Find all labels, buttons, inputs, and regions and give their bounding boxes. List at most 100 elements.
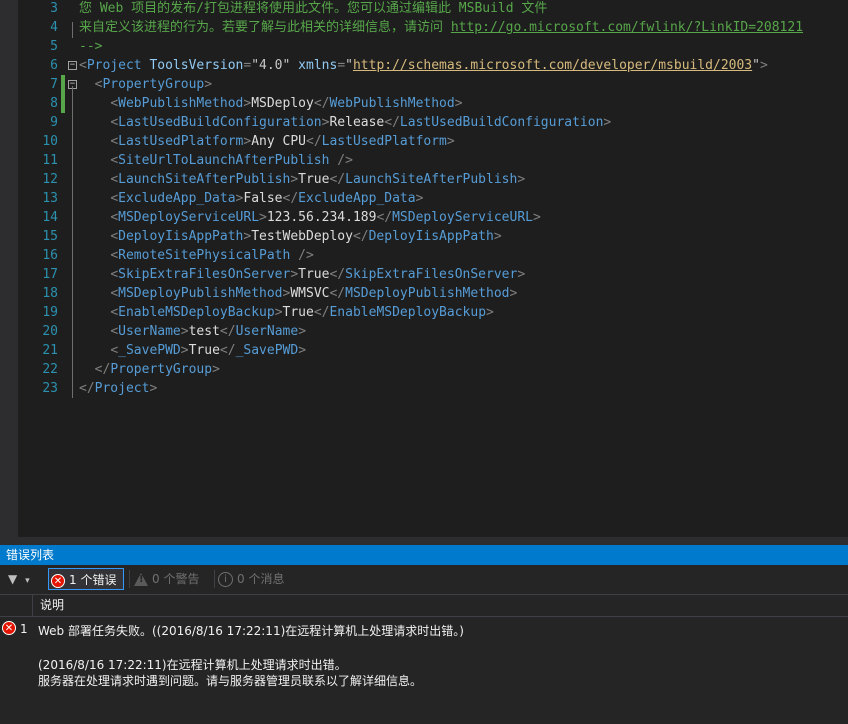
code-token[interactable]: http://go.microsoft.com/fwlink/?LinkID=2… <box>451 20 803 35</box>
code-token: --> <box>79 39 103 54</box>
code-token: < <box>110 267 119 282</box>
code-token: > <box>298 324 307 339</box>
code-token: > <box>212 362 220 377</box>
code-token: ToolsVersion <box>141 58 244 73</box>
line-number: 17 <box>42 267 58 282</box>
code-token: PropertyGroup <box>110 362 213 377</box>
code-line: 14 <MSDeployServiceURL>123.56.234.189</M… <box>0 208 848 227</box>
code-token: ExcludeApp_Data <box>118 191 236 206</box>
code-text: 来自定义该进程的行为。若要了解与此相关的详细信息，请访问 http://go.m… <box>79 18 803 37</box>
error-row[interactable]: ✕ 1 Web 部署任务失败。((2016/8/16 17:22:11)在远程计… <box>0 545 848 724</box>
code-token: > <box>274 305 283 320</box>
code-token: True <box>298 172 330 187</box>
code-token: </ <box>384 115 400 130</box>
code-token: < <box>110 153 119 168</box>
code-token: < <box>110 96 119 111</box>
code-token: > <box>149 381 158 396</box>
code-editor[interactable]: 3 您 Web 项目的发布/打包进程将使用此文件。您可以通过编辑此 MSBuild… <box>0 0 848 537</box>
code-token: MSDeployServiceURL <box>118 210 260 225</box>
code-text: <EnableMSDeployBackup>True</EnableMSDepl… <box>79 303 494 322</box>
code-token: _SavePWD <box>235 343 299 358</box>
line-number: 8 <box>50 96 58 111</box>
line-number: 3 <box>50 1 58 16</box>
code-text: <UserName>test</UserName> <box>79 322 306 341</box>
line-number: 14 <box>42 210 58 225</box>
code-token: </ <box>94 362 111 377</box>
code-token: TestWebDeploy <box>251 229 353 244</box>
code-token: > <box>298 343 307 358</box>
code-token: > <box>486 305 494 320</box>
code-token: EnableMSDeployBackup <box>329 305 487 320</box>
code-token: > <box>446 134 455 149</box>
code-token: True <box>282 305 314 320</box>
code-token: > <box>493 229 502 244</box>
code-token: LastUsedBuildConfiguration <box>399 115 604 130</box>
error-description-line2: (2016/8/16 17:22:11)在远程计算机上处理请求时出错。 <box>38 658 347 672</box>
code-text: <Project ToolsVersion="4.0" xmlns="http:… <box>79 56 768 75</box>
code-text: <DeployIisAppPath>TestWebDeploy</DeployI… <box>79 227 502 246</box>
code-token: </ <box>313 96 330 111</box>
code-token: < <box>110 134 119 149</box>
code-token: < <box>110 172 119 187</box>
code-token: > <box>180 343 189 358</box>
code-token: Any CPU <box>251 134 306 149</box>
code-token: 来自定义该进程的行为。若要了解与此相关的详细信息，请访问 <box>79 20 451 35</box>
code-token: > <box>290 172 299 187</box>
code-token: < <box>110 305 119 320</box>
panel-splitter[interactable] <box>0 537 848 545</box>
code-token: Project <box>94 381 150 396</box>
line-number: 6 <box>50 58 58 73</box>
code-text: <PropertyGroup> <box>79 75 212 94</box>
code-token: True <box>188 343 220 358</box>
code-token: _SavePWD <box>118 343 181 358</box>
code-token: xmlns <box>290 58 338 73</box>
code-token: test <box>188 324 220 339</box>
code-line: 20 <UserName>test</UserName> <box>0 322 848 341</box>
code-line: 6 − <Project ToolsVersion="4.0" xmlns="htt… <box>0 56 848 75</box>
code-text: <SkipExtraFilesOnServer>True</SkipExtraF… <box>79 265 525 284</box>
changed-line-marker <box>61 94 65 113</box>
code-token: " <box>345 58 353 73</box>
code-token: SiteUrlToLaunchAfterPublish <box>118 153 330 168</box>
code-token: < <box>110 115 119 130</box>
code-token[interactable]: http://schemas.microsoft.com/developer/m… <box>353 58 752 73</box>
code-text: 您 Web 项目的发布/打包进程将使用此文件。您可以通过编辑此 MSBuild … <box>79 0 547 18</box>
collapse-toggle-icon[interactable]: − <box>68 61 77 70</box>
code-text: <LaunchSiteAfterPublish>True</LaunchSite… <box>79 170 525 189</box>
code-token: Project <box>86 58 142 73</box>
code-line: 13 <ExcludeApp_Data>False</ExcludeApp_Da… <box>0 189 848 208</box>
line-number: 7 <box>50 77 58 92</box>
line-number: 5 <box>50 39 58 54</box>
code-line: 19 <EnableMSDeployBackup>True</EnableMSD… <box>0 303 848 322</box>
code-token: SkipExtraFilesOnServer <box>345 267 518 282</box>
code-token: /> <box>329 153 353 168</box>
error-description-line3: 服务器在处理请求时遇到问题。请与服务器管理员联系以了解详细信息。 <box>38 674 423 688</box>
code-token: < <box>110 324 119 339</box>
changed-line-marker <box>61 75 65 94</box>
error-icon: ✕ <box>2 621 16 635</box>
code-token: MSDeployPublishMethod <box>345 286 510 301</box>
code-token: </ <box>306 134 322 149</box>
line-number: 10 <box>42 134 58 149</box>
line-number: 15 <box>42 229 58 244</box>
error-number: 1 <box>20 622 28 636</box>
code-token: > <box>532 210 541 225</box>
code-line: 3 您 Web 项目的发布/打包进程将使用此文件。您可以通过编辑此 MSBuild… <box>0 0 848 18</box>
code-token: /> <box>290 248 314 263</box>
code-token: WebPublishMethod <box>118 96 244 111</box>
code-line: 23 </Project> <box>0 379 848 398</box>
code-token: DeployIisAppPath <box>368 229 494 244</box>
code-text: <_SavePWD>True</_SavePWD> <box>79 341 306 360</box>
code-text: <MSDeployServiceURL>123.56.234.189</MSDe… <box>79 208 541 227</box>
line-number: 18 <box>42 286 58 301</box>
code-token: </ <box>329 286 346 301</box>
code-token: PropertyGroup <box>102 77 205 92</box>
code-line: 11 <SiteUrlToLaunchAfterPublish /> <box>0 151 848 170</box>
